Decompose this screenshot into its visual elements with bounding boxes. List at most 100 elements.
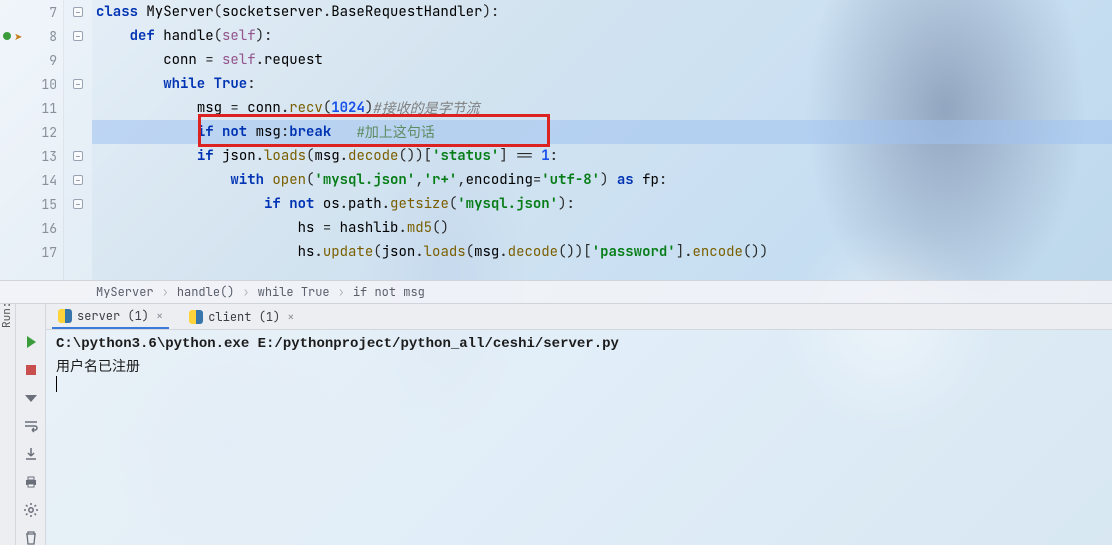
token-kw: with [230, 171, 272, 189]
token-fn: getsize [390, 195, 449, 213]
scroll-down-button[interactable] [22, 390, 40, 406]
code-area[interactable]: class MyServer(socketserver.BaseRequestH… [92, 0, 1112, 280]
token-op: ( [306, 147, 314, 165]
breadcrumb-item[interactable]: if not msg [353, 284, 425, 300]
token-id: MyServer [146, 3, 213, 21]
code-line[interactable]: while True: [92, 72, 1112, 96]
token-op: ) [558, 195, 566, 213]
token-kw: as [617, 171, 642, 189]
code-line[interactable]: class MyServer(socketserver.BaseRequestH… [92, 0, 1112, 24]
token-op: , [415, 171, 423, 189]
code-editor[interactable]: 78➤91011121314151617 class MyServer(sock… [0, 0, 1112, 280]
token-id: encoding [466, 171, 533, 189]
token-op [331, 123, 356, 141]
token-id: msg [314, 147, 339, 165]
run-label-column: Run: [0, 304, 16, 545]
token-op: ) [365, 99, 373, 117]
code-line[interactable]: def handle(self): [92, 24, 1112, 48]
token-fn: encode [693, 243, 743, 261]
token-op: . [382, 195, 390, 213]
run-tab-server[interactable]: server (1) × [52, 305, 169, 329]
fold-gutter-row [64, 96, 92, 120]
code-line[interactable]: msg = conn.recv(1024)#接收的是字节流 [92, 96, 1112, 120]
settings-button[interactable] [22, 502, 40, 518]
fold-toggle-icon[interactable] [73, 79, 83, 89]
token-op: = [533, 171, 541, 189]
token-op: ) [256, 27, 264, 45]
token-op: ( [373, 243, 381, 261]
token-op: : [491, 3, 499, 21]
token-op: . [499, 243, 507, 261]
code-line[interactable]: if not msg:break #加上这句话 [92, 120, 1112, 144]
code-line[interactable]: with open('mysql.json','r+',encoding='ut… [92, 168, 1112, 192]
token-op: . [340, 195, 348, 213]
token-id: hs [298, 243, 315, 261]
token-id: conn [247, 99, 281, 117]
breadcrumb-item[interactable]: handle() [177, 284, 235, 300]
rerun-button[interactable] [22, 334, 40, 350]
token-num: 1 [541, 147, 549, 165]
line-number: 17 [0, 240, 63, 264]
token-op: : [264, 27, 272, 45]
export-button[interactable] [22, 446, 40, 462]
token-op: ] == [499, 147, 541, 165]
code-line[interactable]: if not os.path.getsize('mysql.json'): [92, 192, 1112, 216]
code-line[interactable]: conn = self.request [92, 48, 1112, 72]
breadcrumb-item[interactable]: while True [258, 284, 330, 300]
token-op: ( [214, 3, 222, 21]
code-line[interactable]: if json.loads(msg.decode())['status'] ==… [92, 144, 1112, 168]
line-number: 13 [0, 144, 63, 168]
token-fn: decode [508, 243, 558, 261]
token-id: conn [163, 51, 197, 69]
run-tab-label: client (1) [208, 309, 280, 325]
line-number-gutter: 78➤91011121314151617 [0, 0, 64, 280]
fold-toggle-icon[interactable] [73, 7, 83, 17]
fold-toggle-icon[interactable] [73, 175, 83, 185]
token-str: 'mysql.json' [314, 171, 415, 189]
close-icon[interactable]: × [287, 309, 294, 325]
token-cmt2: #加上这句话 [356, 122, 434, 142]
trash-button[interactable] [22, 530, 40, 545]
breadcrumb[interactable]: MyServer › handle() › while True › if no… [0, 280, 1112, 304]
soft-wrap-button[interactable] [22, 418, 40, 434]
fold-toggle-icon[interactable] [73, 199, 83, 209]
token-brk: break [289, 123, 331, 141]
token-op: : [550, 147, 558, 165]
token-id: hashlib [340, 219, 399, 237]
token-id: path [348, 195, 382, 213]
run-tabs: server (1) × client (1) × [46, 304, 1112, 330]
token-op: . [398, 219, 406, 237]
close-icon[interactable]: × [156, 308, 163, 324]
token-op: ( [214, 27, 222, 45]
line-number: 15 [0, 192, 63, 216]
line-number: 14 [0, 168, 63, 192]
token-str: 'password' [592, 243, 676, 261]
token-op: : [659, 171, 667, 189]
fold-gutter[interactable] [64, 0, 92, 280]
stop-button[interactable] [22, 362, 40, 378]
line-number: 12 [0, 120, 63, 144]
console-output[interactable]: C:\python3.6\python.exe E:/pythonproject… [46, 330, 1112, 545]
token-fn: recv [289, 99, 323, 117]
line-number: 10 [0, 72, 63, 96]
override-marker-icon[interactable]: ➤ [14, 30, 22, 43]
print-button[interactable] [22, 474, 40, 490]
token-op: . [340, 147, 348, 165]
code-line[interactable]: hs = hashlib.md5() [92, 216, 1112, 240]
token-id: BaseRequestHandler [331, 3, 482, 21]
token-op: ())[ [558, 243, 592, 261]
token-op: () [432, 219, 449, 237]
token-fn: loads [264, 147, 306, 165]
fold-toggle-icon[interactable] [73, 151, 83, 161]
breadcrumb-item[interactable]: MyServer [96, 284, 154, 300]
chevron-right-icon: › [242, 284, 249, 300]
token-op: . [323, 3, 331, 21]
fold-gutter-row [64, 216, 92, 240]
fold-toggle-icon[interactable] [73, 31, 83, 41]
token-op: = [222, 99, 247, 117]
token-id: json [382, 243, 416, 261]
code-line[interactable]: hs.update(json.loads(msg.decode())['pass… [92, 240, 1112, 264]
run-tab-client[interactable]: client (1) × [183, 306, 300, 328]
line-number: 16 [0, 216, 63, 240]
run-toolbar [16, 304, 46, 545]
